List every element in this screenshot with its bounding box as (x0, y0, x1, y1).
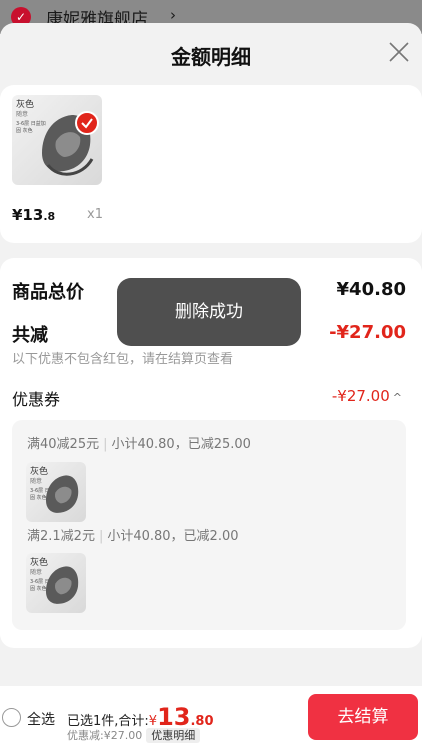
rule-separator: | (98, 529, 104, 544)
sheet-title: 金额明细 (171, 45, 251, 69)
price-main: ¥13 (12, 206, 44, 224)
price-decimal: .8 (43, 210, 56, 223)
pillow-image (46, 475, 79, 513)
discount-detail-button[interactable]: 优惠明细 (146, 728, 201, 743)
total-label: 商品总价 (12, 282, 84, 303)
bottom-bar: 全选 已选1件,合计:¥13.80 优惠减:¥27.00 优惠明细 去结算 (0, 686, 422, 743)
select-all-label[interactable]: 全选 (27, 709, 55, 729)
selected-check-icon (75, 111, 99, 135)
rule-detail: 小计40.80，已减2.00 (107, 529, 239, 544)
product-thumbnail[interactable]: 灰色 随意 3-6层 日益加固 灰色 (12, 95, 102, 185)
checkout-button[interactable]: 去结算 (308, 694, 418, 740)
rule-product-thumbnail: 灰色 随意 3-6层 日益加固 灰色 (26, 462, 86, 522)
rule-product-thumbnail: 灰色 随意 3-6层 日益加固 灰色 (26, 553, 86, 613)
discount-summary: 优惠减:¥27.00 优惠明细 (67, 727, 201, 743)
select-all-radio[interactable] (2, 708, 21, 727)
coupon-rule-1: 满40减25元 | 小计40.80，已减25.00 (27, 433, 251, 452)
rule-separator: | (103, 437, 108, 452)
discount-value: -¥27.00 (329, 322, 406, 343)
rule-title: 满2.1减2元 (27, 529, 95, 544)
rule-detail: 小计40.80，已减25.00 (111, 437, 251, 452)
toast-message: 删除成功 (117, 278, 301, 346)
chevron-up-icon[interactable]: ^ (393, 391, 402, 404)
chevron-right-icon: › (170, 6, 176, 24)
amount-detail-sheet: 金额明细 灰色 随意 3-6层 日益加固 灰色 ¥13.8 x1 商品总价 ¥4… (0, 23, 422, 743)
coupon-rule-2: 满2.1减2元 | 小计40.80，已减2.00 (27, 525, 239, 544)
coupon-value[interactable]: -¥27.00 ^ (332, 387, 402, 405)
close-icon[interactable] (388, 41, 410, 63)
discount-note: 以下优惠不包含红包，请在结算页查看 (12, 352, 234, 367)
coupon-rules-panel: 满40减25元 | 小计40.80，已减25.00 灰色 随意 3-6层 日益加固 … (12, 420, 406, 630)
product-card: 灰色 随意 3-6层 日益加固 灰色 ¥13.8 x1 (0, 85, 422, 243)
total-value: ¥40.80 (336, 279, 406, 300)
discount-text: 优惠减:¥27.00 (67, 729, 143, 742)
rule-title: 满40减25元 (27, 437, 100, 452)
product-quantity: x1 (87, 207, 103, 222)
sheet-header: 金额明细 (0, 23, 422, 83)
product-price: ¥13.8 (12, 206, 55, 224)
coupon-label: 优惠券 (12, 390, 61, 409)
coupon-amount: -¥27.00 (331, 387, 390, 405)
pillow-image (46, 566, 79, 604)
discount-label: 共减 (12, 325, 48, 346)
pillow-image (42, 115, 94, 176)
